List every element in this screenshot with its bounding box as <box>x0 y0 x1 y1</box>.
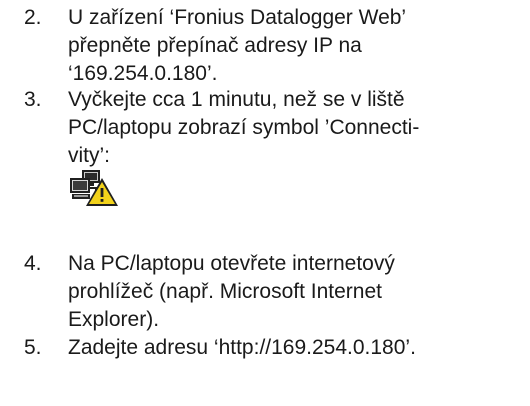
step-3-number: 3. <box>24 88 42 111</box>
instruction-document: 2. U zařízení ‘Fronius Datalogger Web’ p… <box>0 0 530 406</box>
step-3-line-1: Vyčkejte cca 1 minutu, než se v liště <box>68 88 405 111</box>
step-5-text: Zadejte adresu ‘http://169.254.0.180’. <box>68 334 518 362</box>
step-3-line-2: PC/laptopu zobrazí symbol ’Connecti- <box>68 116 420 139</box>
step-5-number: 5. <box>24 336 42 359</box>
step-4-line-2: prohlížeč (např. Microsoft Internet <box>68 280 382 303</box>
network-warning-icon <box>70 170 118 206</box>
step-4-line-3: Explorer). <box>68 308 160 331</box>
step-3-text: Vyčkejte cca 1 minutu, než se v liště PC… <box>68 86 518 170</box>
step-2-line-1: U zařízení ‘Fronius Datalogger Web’ <box>68 6 407 29</box>
step-4-text: Na PC/laptopu otevřete internetový prohl… <box>68 250 518 334</box>
step-4-number: 4. <box>24 252 42 275</box>
step-2-line-2: přepněte přepínač adresy IP na <box>68 34 362 57</box>
step-3-line-3: vity’: <box>68 144 110 167</box>
step-2-text: U zařízení ‘Fronius Datalogger Web’ přep… <box>68 4 518 88</box>
step-2-number: 2. <box>24 6 42 29</box>
step-2-line-3: ‘169.254.0.180’. <box>68 62 218 85</box>
step-4-line-1: Na PC/laptopu otevřete internetový <box>68 252 395 275</box>
connectivity-icon <box>68 168 120 208</box>
step-5-line-1: Zadejte adresu ‘http://169.254.0.180’. <box>68 336 416 359</box>
